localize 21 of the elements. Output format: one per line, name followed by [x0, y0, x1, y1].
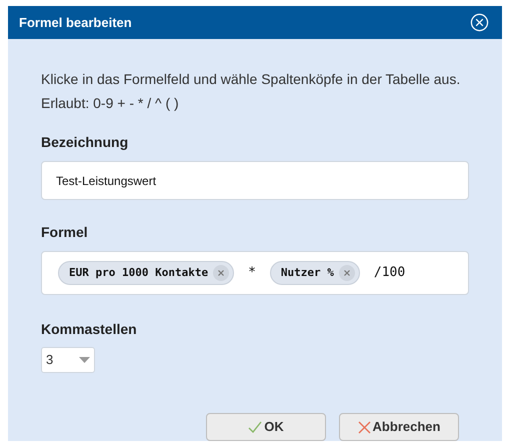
name-field[interactable]: Test-Leistungswert	[41, 161, 469, 200]
dropdown-arrow-icon	[79, 357, 90, 363]
instruction-text: Erlaubt: 0-9 + - * / ^ ( )	[41, 94, 180, 113]
formula-field[interactable]: EUR pro 1000 Kontakte * Nutzer % /100	[41, 251, 469, 295]
check-icon	[248, 421, 262, 433]
ok-button[interactable]: OK	[206, 413, 326, 441]
column-chip[interactable]: Nutzer %	[270, 261, 360, 285]
field-label: Kommastellen	[41, 320, 138, 339]
instruction-text: Klicke in das Formelfeld und wähle Spaltenköpfe in der Tabelle aus.	[41, 70, 462, 89]
formula-text: /100	[374, 264, 406, 282]
field-label: Bezeichnung	[41, 133, 130, 152]
column-chip[interactable]: EUR pro 1000 Kontakte	[58, 261, 234, 285]
formula-text: *	[248, 264, 256, 282]
close-icon[interactable]	[470, 13, 489, 32]
window-title: Formel bearbeiten	[19, 14, 132, 32]
field-label: Formel	[41, 223, 89, 242]
remove-icon[interactable]	[213, 265, 230, 281]
cancel-button[interactable]: Abbrechen	[339, 413, 459, 441]
cross-icon	[358, 420, 371, 434]
remove-icon[interactable]	[338, 265, 355, 281]
decimals-select[interactable]: 3	[41, 347, 95, 373]
